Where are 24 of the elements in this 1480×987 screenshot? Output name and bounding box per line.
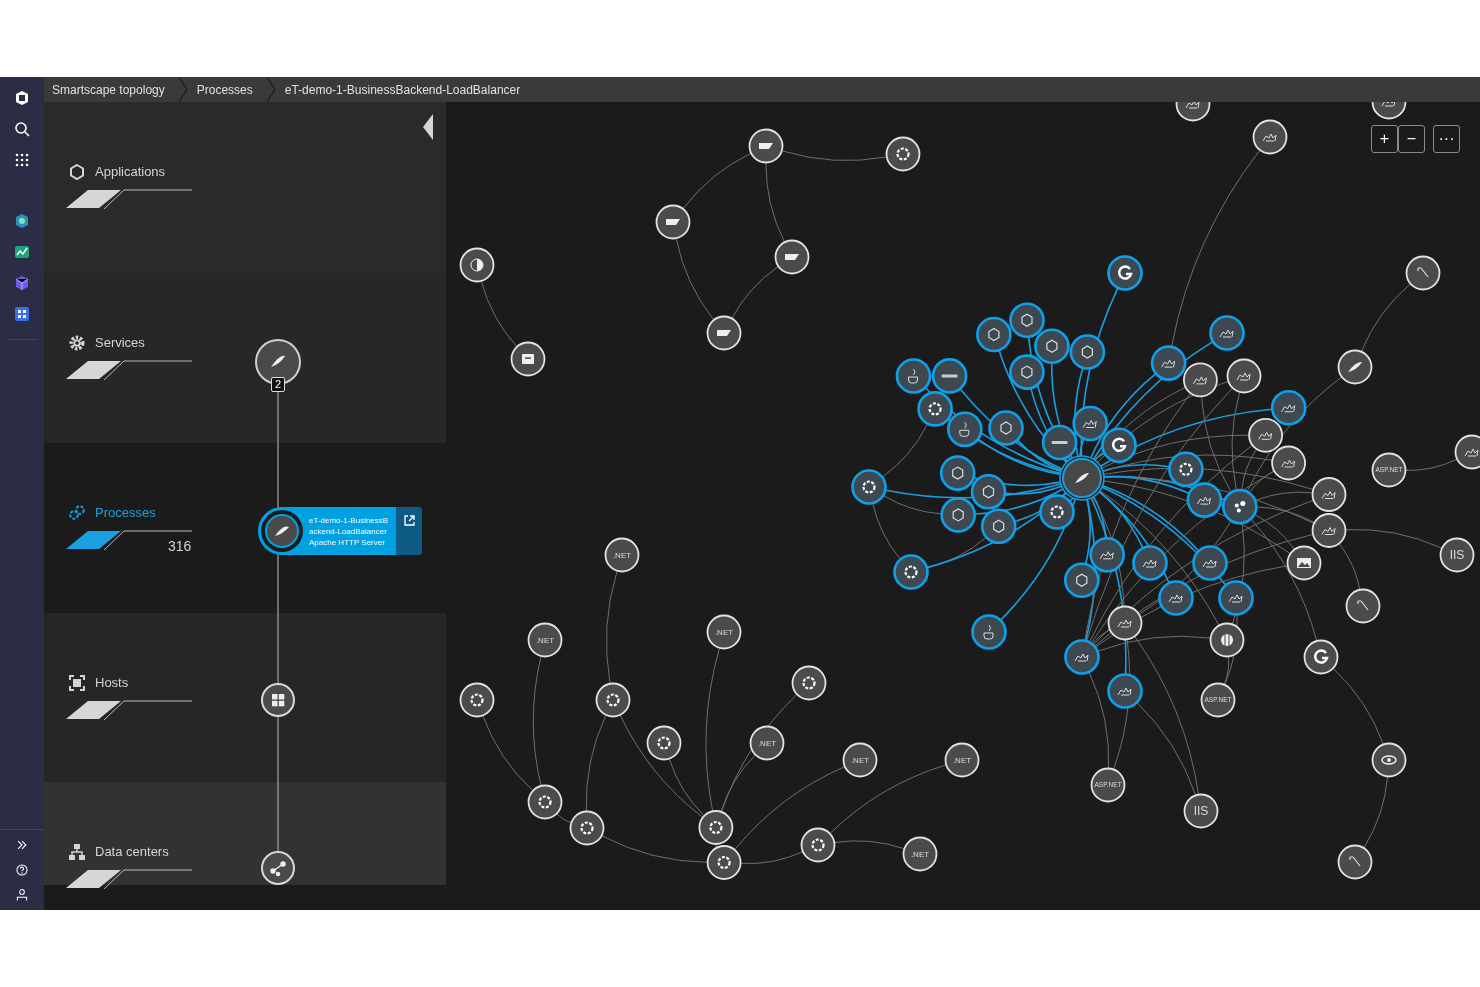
breadcrumb-link[interactable]: Processes bbox=[188, 77, 267, 102]
node-label: .NET bbox=[850, 755, 870, 765]
node-label: .NET bbox=[714, 627, 734, 637]
node-label: IIS bbox=[1193, 804, 1209, 819]
node-label: .NET bbox=[952, 755, 972, 765]
breadcrumb-link[interactable]: eT-demo-1-BusinessBackend-LoadBalancer bbox=[276, 77, 533, 102]
layer-label[interactable]: Processes bbox=[95, 503, 156, 523]
breadcrumb-link[interactable]: Smartscape topology bbox=[44, 77, 179, 102]
zoom-in-button[interactable]: + bbox=[1371, 125, 1398, 153]
more-options-button[interactable]: ··· bbox=[1433, 125, 1460, 153]
layer-label[interactable]: Applications bbox=[95, 162, 166, 182]
node-label: IIS bbox=[1449, 548, 1465, 563]
node-label: .NET bbox=[535, 635, 555, 645]
layer-label[interactable]: Hosts bbox=[95, 673, 129, 693]
layer-label[interactable]: Services bbox=[95, 333, 145, 353]
layer-label[interactable]: Data centers bbox=[95, 842, 169, 862]
zoom-out-button[interactable]: − bbox=[1398, 125, 1425, 153]
process-type: Apache HTTP Server bbox=[309, 536, 386, 548]
node-label: .NET bbox=[910, 849, 930, 859]
count-badge: 2 bbox=[271, 377, 285, 392]
process-name: eT-demo-1-BusinessBackend-LoadBalancer bbox=[309, 514, 390, 537]
node-label: .NET bbox=[612, 550, 632, 560]
node-label: .NET bbox=[757, 738, 777, 748]
layer-count: 316 bbox=[168, 537, 192, 556]
